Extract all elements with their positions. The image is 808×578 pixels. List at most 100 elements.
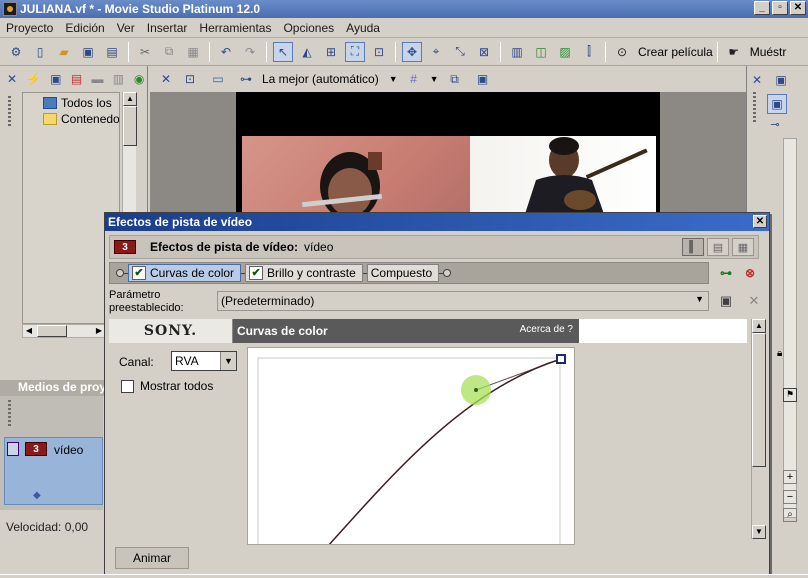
menu-ver[interactable]: Ver xyxy=(111,21,141,35)
marker-flag-icon[interactable]: ⚑ xyxy=(783,388,797,402)
fx-chip-brightness-contrast[interactable]: ✔ Brillo y contraste xyxy=(245,264,363,282)
curve-graph[interactable] xyxy=(248,348,575,545)
envelope-tool-icon[interactable]: ◭ xyxy=(297,42,317,62)
capture-icon[interactable]: ▣ xyxy=(49,69,63,89)
make-movie-button[interactable]: Crear película xyxy=(638,45,713,59)
plugin-vertical-scrollbar[interactable]: ▲ ▼ xyxy=(751,319,766,539)
track-expand-icon[interactable] xyxy=(7,442,19,456)
properties-icon[interactable]: ⚙ xyxy=(6,42,26,62)
overlays-dropdown-icon[interactable]: ▼ xyxy=(430,74,439,84)
show-me-how-icon[interactable]: ☛ xyxy=(724,42,744,62)
animate-button[interactable]: Animar xyxy=(115,547,189,569)
zoom-out-icon[interactable]: − xyxy=(783,490,797,504)
scroll-up-icon[interactable]: ▲ xyxy=(752,319,766,333)
curve-end-point[interactable] xyxy=(556,354,566,364)
remove-media-icon[interactable]: ▬ xyxy=(90,69,104,89)
make-movie-icon[interactable]: ⊙ xyxy=(612,42,632,62)
panel-close-icon[interactable]: ✕ xyxy=(160,69,172,89)
trimmer-link-icon[interactable]: ⊸ xyxy=(765,114,785,134)
preview-settings-icon[interactable]: ⊡ xyxy=(180,69,200,89)
save-preset-icon[interactable]: ▣ xyxy=(717,292,735,310)
media-tree-horizontal-scrollbar[interactable]: ◀ ▶ xyxy=(22,324,106,338)
track-envelope-icon[interactable]: ◆ xyxy=(33,490,41,501)
normal-edit-tool-icon[interactable]: ↖ xyxy=(273,41,293,62)
dialog-close-button[interactable]: ✕ xyxy=(753,215,767,228)
preview-quality-select[interactable]: La mejor (automático) xyxy=(262,72,379,86)
show-all-option[interactable]: Mostrar todos xyxy=(121,379,213,393)
track-name[interactable]: vídeo xyxy=(54,443,83,457)
zoom-tool-icon[interactable]: ⌖ xyxy=(426,42,446,62)
tree-item-container[interactable]: Contenedor xyxy=(23,111,119,127)
auto-ripple-icon[interactable]: ⛶ xyxy=(345,41,365,62)
quality-dropdown-icon[interactable]: ▼ xyxy=(389,74,398,84)
show-all-checkbox[interactable] xyxy=(121,379,134,393)
save-snapshot-icon[interactable]: ▣ xyxy=(473,69,493,89)
menu-opciones[interactable]: Opciones xyxy=(277,21,340,35)
scroll-left-icon[interactable]: ◀ xyxy=(23,325,35,337)
external-monitor-icon[interactable]: ▭ xyxy=(208,69,228,89)
lock-icon[interactable]: 🔒︎ xyxy=(777,348,782,359)
menu-herramientas[interactable]: Herramientas xyxy=(193,21,277,35)
zoom-tool-icon[interactable]: ⌕ xyxy=(783,508,797,522)
fx-chip-color-curves[interactable]: ✔ Curvas de color xyxy=(128,264,242,282)
zoom-in-icon[interactable]: + xyxy=(783,470,797,484)
group-icon[interactable]: ⫿ xyxy=(579,42,599,62)
show-me-how-button[interactable]: Muéstr xyxy=(750,45,787,59)
close-button[interactable]: ✕ xyxy=(790,1,806,15)
get-media-icon[interactable]: ▤ xyxy=(70,69,84,89)
color-curve-editor[interactable] xyxy=(247,347,575,545)
cut-icon[interactable]: ✂ xyxy=(135,42,155,62)
fx-chip-compositor[interactable]: Compuesto xyxy=(366,264,440,282)
copy-icon[interactable]: ⧉ xyxy=(159,42,179,62)
lock-envelopes-icon[interactable]: ⊡ xyxy=(369,42,389,62)
import-media-icon[interactable]: ⚡ xyxy=(25,69,42,89)
overlays-icon[interactable]: # xyxy=(404,69,424,89)
minimize-button[interactable]: _ xyxy=(754,1,770,15)
new-project-icon[interactable]: ▯ xyxy=(30,42,50,62)
panel-close-icon[interactable]: ✕ xyxy=(6,69,18,89)
add-fx-icon[interactable]: ⊶ xyxy=(717,264,735,282)
maximize-button[interactable]: ▫ xyxy=(772,1,788,15)
panel-grip[interactable] xyxy=(8,96,11,126)
panel-grip[interactable] xyxy=(753,92,756,122)
redo-icon[interactable]: ↷ xyxy=(240,42,260,62)
panel-grip[interactable] xyxy=(8,400,11,426)
copy-snapshot-icon[interactable]: ⧉ xyxy=(445,69,465,89)
menu-edicion[interactable]: Edición xyxy=(59,21,110,35)
marker-icon[interactable]: ▥ xyxy=(507,42,527,62)
region-icon[interactable]: ◫ xyxy=(531,42,551,62)
fx-enabled-checkbox[interactable]: ✔ xyxy=(132,266,146,280)
paste-icon[interactable]: ▦ xyxy=(183,42,203,62)
scroll-thumb[interactable] xyxy=(752,333,766,467)
volume-slider[interactable] xyxy=(783,138,797,518)
split-screen-icon[interactable]: ⊶ xyxy=(236,69,256,89)
event-fx-icon[interactable]: ▨ xyxy=(555,42,575,62)
split-icon[interactable]: ⤡ xyxy=(450,42,470,62)
trimmer-icon[interactable]: ▣ xyxy=(771,70,791,90)
render-icon[interactable]: ▤ xyxy=(102,42,122,62)
snap-icon[interactable]: ⊞ xyxy=(321,42,341,62)
tree-item-all-media[interactable]: Todos los xyxy=(23,95,119,111)
scroll-thumb[interactable] xyxy=(123,106,137,146)
fx-enabled-checkbox[interactable]: ✔ xyxy=(249,266,264,280)
remove-fx-icon[interactable]: ⊗ xyxy=(741,264,759,282)
channel-select[interactable]: RVA ▼ xyxy=(171,351,237,371)
save-icon[interactable]: ▣ xyxy=(78,42,98,62)
media-fx-icon[interactable]: ▥ xyxy=(111,69,125,89)
trimmer-mode-icon[interactable]: ▣ xyxy=(767,94,787,114)
menu-ayuda[interactable]: Ayuda xyxy=(340,21,386,35)
view-single-icon[interactable]: ▌ xyxy=(682,238,704,256)
view-grid-icon[interactable]: ▦ xyxy=(732,238,754,256)
about-link[interactable]: Acerca de ? xyxy=(520,324,573,335)
trim-icon[interactable]: ⊠ xyxy=(474,42,494,62)
selection-tool-icon[interactable]: ✥ xyxy=(402,41,422,62)
scroll-up-icon[interactable]: ▲ xyxy=(123,92,137,106)
scroll-thumb[interactable] xyxy=(37,325,67,337)
menu-proyecto[interactable]: Proyecto xyxy=(0,21,59,35)
open-folder-icon[interactable]: ▰ xyxy=(54,42,74,62)
preset-dropdown[interactable]: (Predeterminado) ▼ xyxy=(217,291,709,311)
view-list-icon[interactable]: ▤ xyxy=(707,238,729,256)
delete-preset-icon[interactable]: ✕ xyxy=(745,292,763,310)
menu-insertar[interactable]: Insertar xyxy=(141,21,194,35)
scroll-down-icon[interactable]: ▼ xyxy=(752,525,766,539)
